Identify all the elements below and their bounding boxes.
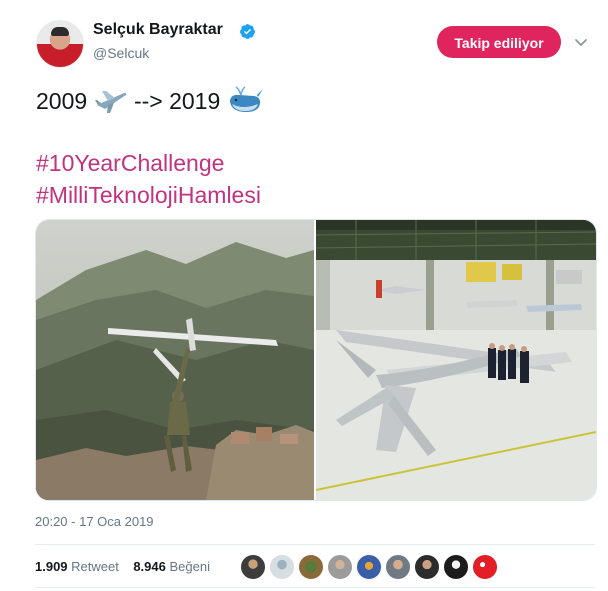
liker-avatar[interactable] <box>327 554 353 580</box>
display-name[interactable]: Selçuk Bayraktar <box>93 21 223 39</box>
tweet-text-line: 2009 --> 2019 <box>36 86 263 116</box>
liker-avatar[interactable] <box>472 554 498 580</box>
liker-avatar[interactable] <box>298 554 324 580</box>
hashtag-millitekno[interactable]: #MilliTeknolojiHamlesi <box>36 180 261 210</box>
tweet-year-2009: 2009 <box>36 88 88 114</box>
liker-avatar[interactable] <box>414 554 440 580</box>
whale-emoji-icon <box>229 86 263 112</box>
following-button[interactable]: Takip ediliyor <box>437 26 561 58</box>
retweet-count: 1.909 <box>35 559 68 574</box>
like-stat[interactable]: 8.946 Beğeni <box>133 559 210 574</box>
liker-avatar[interactable] <box>240 554 266 580</box>
tweet-arrow: --> <box>133 88 163 114</box>
stats-divider-bottom <box>35 587 595 588</box>
verified-badge-icon <box>240 24 255 39</box>
profile-avatar[interactable] <box>36 20 84 68</box>
soldier-drone-photo[interactable] <box>36 220 314 500</box>
like-label: Beğeni <box>169 559 210 574</box>
liker-avatar[interactable] <box>385 554 411 580</box>
user-handle[interactable]: @Selcuk <box>93 45 149 61</box>
liker-avatar[interactable] <box>443 554 469 580</box>
tweet-year-2019: 2019 <box>169 88 221 114</box>
liker-avatar[interactable] <box>356 554 382 580</box>
retweet-label: Retweet <box>71 559 119 574</box>
liker-avatar[interactable] <box>269 554 295 580</box>
tweet-timestamp[interactable]: 20:20 - 17 Oca 2019 <box>35 514 154 529</box>
hangar-drone-photo[interactable] <box>316 220 596 500</box>
chevron-down-icon[interactable] <box>573 34 589 50</box>
retweet-stat[interactable]: 1.909 Retweet <box>35 559 119 574</box>
tweet-media[interactable] <box>35 219 597 501</box>
like-count: 8.946 <box>133 559 166 574</box>
stats-divider-top <box>35 544 595 545</box>
airplane-emoji-icon <box>94 91 126 113</box>
hashtag-10yearchallenge[interactable]: #10YearChallenge <box>36 148 224 178</box>
tweet-stats: 1.909 Retweet 8.946 Beğeni <box>35 559 210 574</box>
